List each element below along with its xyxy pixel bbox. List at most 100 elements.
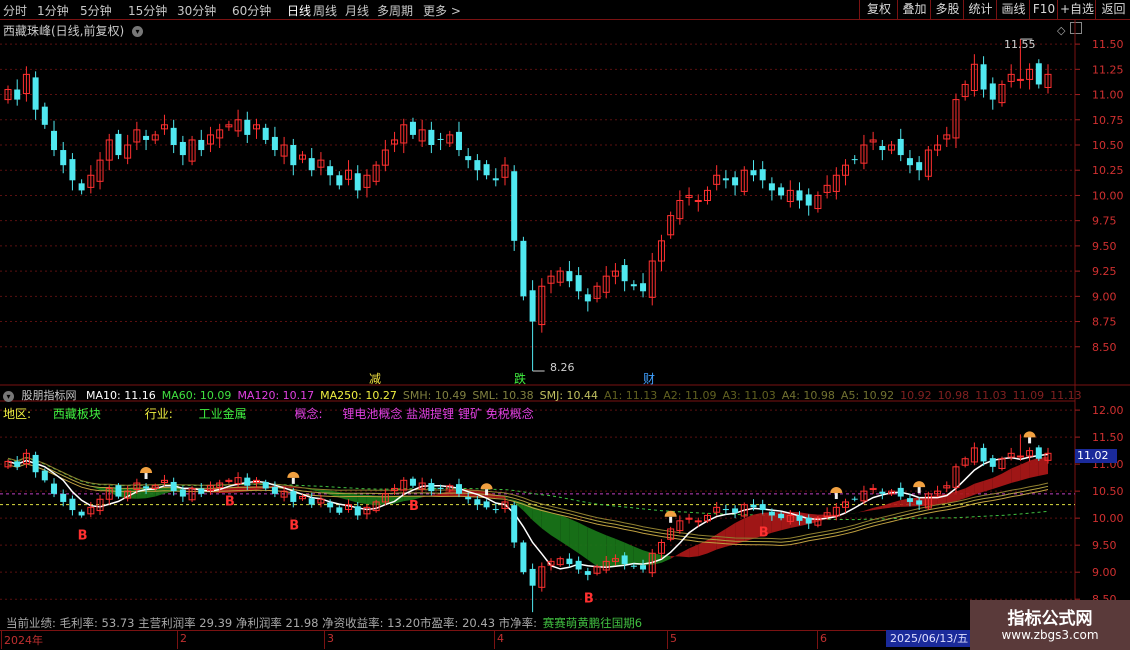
- toolbar-button-6[interactable]: +自选: [1057, 0, 1096, 19]
- kline-chart[interactable]: 11.50 11.25 11.00 10.75 10.50 10.25 10.00 9.75 9…: [0, 0, 1130, 650]
- trend-band: [201, 488, 211, 493]
- candle-body: [961, 83, 969, 98]
- indicator-tick-label: 11.50: [1092, 431, 1124, 444]
- candle-body: [492, 178, 499, 181]
- trend-band: [109, 487, 119, 497]
- period-toolbar: 分时 1分钟 5分钟 15分钟 30分钟 60分钟 日线 周线 月线 多周期 更多 > 复权 叠加 多股统…: [0, 0, 1130, 20]
- candle-body: [630, 284, 637, 287]
- candle-body: [998, 458, 1006, 469]
- period-tab-3[interactable]: 15分钟: [128, 2, 167, 19]
- period-tab-0[interactable]: 分时: [3, 2, 27, 19]
- candle-body: [317, 159, 325, 168]
- trend-band: [983, 477, 993, 492]
- candle-body: [51, 130, 58, 151]
- ma-value-11: A5: 10.92: [840, 389, 895, 402]
- ma-value-12: 10.92: [900, 389, 932, 402]
- candle-body: [115, 485, 122, 497]
- price-tick-label: 10.75: [1092, 114, 1124, 127]
- price-tick-label: 8.50: [1092, 341, 1117, 354]
- sm-line-3: [7, 463, 1049, 547]
- candle-body: [244, 119, 251, 135]
- candle-body: [216, 482, 224, 488]
- candle-body: [621, 265, 628, 282]
- indicator-tick-label: 9.50: [1092, 539, 1117, 552]
- candle-body: [778, 513, 785, 519]
- region-value: 西藏板块: [52, 407, 101, 421]
- concept-label: 概念:: [294, 407, 323, 421]
- trend-band: [54, 471, 64, 476]
- candle-body: [446, 134, 454, 144]
- price-tick-label: 9.75: [1092, 215, 1117, 228]
- candle-body: [437, 487, 444, 489]
- period-tab-7[interactable]: 周线: [313, 2, 337, 19]
- price-tick-label: 11.00: [1092, 89, 1124, 102]
- date-label: 2024年: [4, 634, 43, 647]
- toolbar-button-5[interactable]: F10: [1029, 0, 1058, 19]
- toolbar-button-0[interactable]: 复权: [859, 0, 898, 19]
- period-tab-1[interactable]: 1分钟: [37, 2, 69, 19]
- main-candles: [4, 39, 1052, 371]
- trend-band: [247, 486, 257, 492]
- event-marker-reduce[interactable]: 减: [369, 370, 381, 387]
- trend-band: [265, 485, 275, 489]
- toolbar-button-4[interactable]: 画线: [996, 0, 1030, 19]
- indicator-name[interactable]: 股朋指标网: [22, 389, 77, 402]
- ma-value-5: SML: 10.38: [472, 389, 534, 402]
- candle-body: [160, 124, 168, 130]
- event-marker-finance[interactable]: 财: [643, 370, 655, 387]
- trend-band: [155, 487, 165, 497]
- price-tick-label: 8.75: [1092, 316, 1117, 329]
- buy-signal-label: B: [289, 518, 299, 533]
- candle-body: [483, 164, 490, 176]
- candle-body: [60, 150, 67, 166]
- candle-body: [1035, 447, 1042, 459]
- trend-band: [707, 534, 717, 554]
- candle-body: [160, 479, 168, 483]
- period-tab-8[interactable]: 月线: [345, 2, 369, 19]
- candle-body: [796, 190, 803, 201]
- candle-body: [381, 149, 389, 166]
- period-tab-2[interactable]: 5分钟: [80, 2, 112, 19]
- candle-body: [105, 487, 113, 500]
- mushroom-stem: [917, 487, 921, 494]
- candle-body: [906, 158, 913, 166]
- trend-band: [210, 487, 220, 493]
- period-tab-5[interactable]: 60分钟: [232, 2, 271, 19]
- toolbar-button-7[interactable]: 返回: [1095, 0, 1130, 19]
- ma-value-8: A2: 11.09: [663, 389, 717, 402]
- candle-body: [400, 479, 408, 491]
- candle-body: [133, 129, 141, 143]
- toolbar-button-1[interactable]: 叠加: [897, 0, 931, 19]
- candle-body: [897, 487, 904, 497]
- trend-band: [817, 514, 828, 522]
- trend-band: [560, 515, 570, 548]
- period-tab-6[interactable]: 日线: [287, 2, 311, 19]
- trend-band: [339, 492, 349, 501]
- candle-body: [206, 485, 214, 492]
- candle-body: [860, 144, 868, 164]
- trend-band: [330, 490, 340, 498]
- candle-body: [32, 77, 39, 110]
- period-tab-4[interactable]: 30分钟: [177, 2, 216, 19]
- candle-body: [759, 169, 766, 181]
- toolbar-button-3[interactable]: 统计: [963, 0, 997, 19]
- candle-body: [740, 169, 748, 192]
- high-price-label: 11.55: [1004, 38, 1036, 51]
- chevron-down-icon[interactable]: ▾: [132, 26, 144, 37]
- period-tab-10[interactable]: 更多 >: [423, 2, 461, 19]
- candle-body: [41, 106, 48, 125]
- candle-body: [143, 486, 150, 489]
- toolbar-button-2[interactable]: 多股: [930, 0, 964, 19]
- diamond-icon[interactable]: ◇: [1057, 24, 1065, 37]
- trend-band: [274, 485, 285, 488]
- candle-body: [511, 171, 518, 241]
- date-tick: [1, 631, 2, 649]
- period-tab-9[interactable]: 多周期: [377, 2, 413, 19]
- chevron-down-icon[interactable]: ▾: [3, 390, 14, 402]
- candle-body: [786, 189, 794, 202]
- window-toggle-icon[interactable]: [1070, 22, 1082, 34]
- candle-body: [1016, 455, 1024, 458]
- candle-body: [225, 124, 233, 128]
- event-marker-limit-down[interactable]: 跌: [514, 370, 526, 387]
- candle-body: [290, 144, 297, 166]
